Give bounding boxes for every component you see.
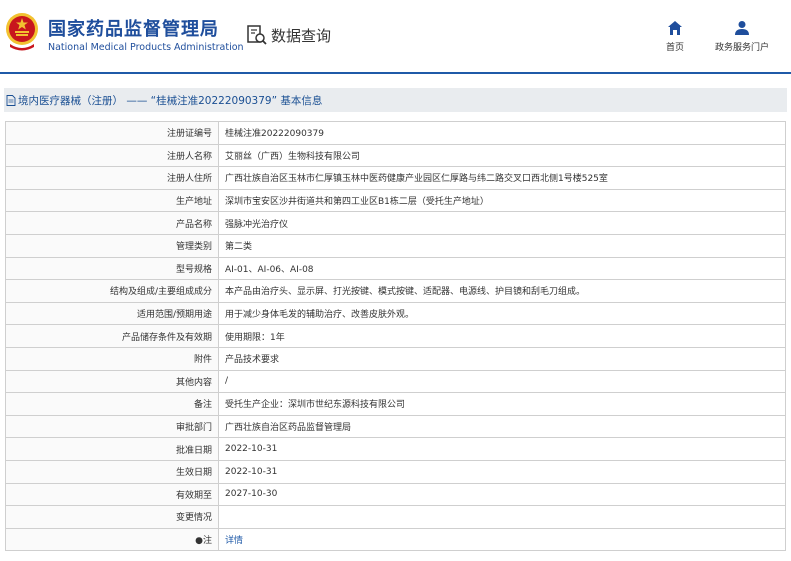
field-label: 备注 [5,392,219,416]
field-label: 产品储存条件及有效期 [5,324,219,348]
field-label: 结构及组成/主要组成成分 [5,279,219,303]
field-value [218,505,786,529]
table-row: 生效日期 2022-10-31 [5,459,786,484]
nav-home-label: 首页 [665,43,684,53]
field-value: AI-01、AI-06、AI-08 [218,256,786,281]
nav-service-portal-label: 政务服务门户 [714,43,769,53]
field-value: 广西壮族自治区药品监督管理局 [218,414,786,439]
field-value: 用于减少身体毛发的辅助治疗、改善皮肤外观。 [218,301,786,326]
field-value: 强脉冲光治疗仪 [218,211,786,235]
field-value: 使用期限：1年 [218,324,786,348]
document-icon [6,94,16,106]
field-value: 本产品由治疗头、显示屏、打光按键、模式按键、适配器、电源线、护目镜和刮毛刀组成。 [218,279,786,303]
info-icon: ● [195,535,203,546]
field-label: 其他内容 [5,369,219,394]
field-label: 注册人住所 [5,166,219,190]
table-row: 审批部门 广西壮族自治区药品监督管理局 [5,414,786,439]
brand-name-cn: 国家药品监督管理局 [48,19,219,40]
field-value: 深圳市宝安区沙井街道共和第四工业区B1栋二层（受托生产地址） [218,188,786,213]
field-value: 受托生产企业：深圳市世纪东源科技有限公司 [218,392,786,416]
table-row: 注册人名称 艾丽丝（广西）生物科技有限公司 [5,143,786,168]
record-detail-table: 注册证编号 桂械注准20222090379 注册人名称 艾丽丝（广西）生物科技有限公司… [5,121,786,552]
table-row: 适用范围/预期用途 用于减少身体毛发的辅助治疗、改善皮肤外观。 [5,301,786,326]
table-row: 注册人住所 广西壮族自治区玉林市仁厚镇玉林中医药健康产业园区仁厚路与纬二路交叉口西… [5,166,786,190]
field-value: 第二类 [218,233,786,258]
field-label: 注册人名称 [5,143,219,168]
note-value-cell: 详情 [218,527,786,552]
record-title: 境内医疗器械（注册） —— “桂械注准20222090379” 基本信息 [18,94,323,107]
field-label: 变更情况 [5,505,219,529]
home-icon [668,21,682,35]
field-label: 审批部门 [5,414,219,439]
record-title-bar: 境内医疗器械（注册） —— “桂械注准20222090379” 基本信息 [4,88,787,112]
field-label: 有效期至 [5,482,219,507]
table-row: 注册证编号 桂械注准20222090379 [5,121,786,145]
site-header: 国家药品监督管理局 National Medical Products Admi… [0,0,791,74]
table-row: 其他内容 / [5,369,786,394]
table-row: 变更情况 [5,505,786,529]
table-row: 生产地址 深圳市宝安区沙井街道共和第四工业区B1栋二层（受托生产地址） [5,188,786,213]
document-search-icon [247,25,267,45]
field-label: 生效日期 [5,459,219,484]
table-row: 备注 受托生产企业：深圳市世纪东源科技有限公司 [5,392,786,416]
field-value: / [218,369,786,394]
table-row: 有效期至 2027-10-30 [5,482,786,507]
brand-name-en: National Medical Products Administration [48,42,244,53]
field-label: 管理类别 [5,233,219,258]
note-label: 注 [202,535,212,546]
data-query-link[interactable]: 数据查询 [246,24,331,46]
field-label: 生产地址 [5,188,219,213]
field-label: 型号规格 [5,256,219,281]
details-link[interactable]: 详情 [225,536,243,546]
field-value: 艾丽丝（广西）生物科技有限公司 [218,143,786,168]
nav-home[interactable]: 首页 [660,20,690,53]
user-icon [735,21,749,35]
field-label: 注册证编号 [5,121,219,145]
field-label: 适用范围/预期用途 [5,301,219,326]
field-value: 桂械注准20222090379 [218,121,786,145]
table-row: 批准日期 2022-10-31 [5,437,786,461]
nav-service-portal[interactable]: 政务服务门户 [710,20,774,53]
field-label: 附件 [5,346,219,371]
data-query-label: 数据查询 [271,26,332,45]
national-emblem-icon [6,13,38,51]
field-label: 批准日期 [5,437,219,461]
field-value: 2027-10-30 [218,482,786,507]
table-row: 产品名称 强脉冲光治疗仪 [5,211,786,235]
table-row: 型号规格 AI-01、AI-06、AI-08 [5,256,786,281]
table-row: 附件 产品技术要求 [5,346,786,371]
table-row: 管理类别 第二类 [5,233,786,258]
table-row: 结构及组成/主要组成成分 本产品由治疗头、显示屏、打光按键、模式按键、适配器、电源… [5,279,786,303]
table-row: 产品储存条件及有效期 使用期限：1年 [5,324,786,348]
field-value: 2022-10-31 [218,437,786,461]
field-value: 2022-10-31 [218,459,786,484]
note-label-cell: ●注 [5,527,219,552]
field-label: 产品名称 [5,211,219,235]
field-value: 产品技术要求 [218,346,786,371]
table-row-note: ●注 详情 [5,527,786,552]
field-value: 广西壮族自治区玉林市仁厚镇玉林中医药健康产业园区仁厚路与纬二路交叉口西北侧1号楼… [218,166,786,190]
